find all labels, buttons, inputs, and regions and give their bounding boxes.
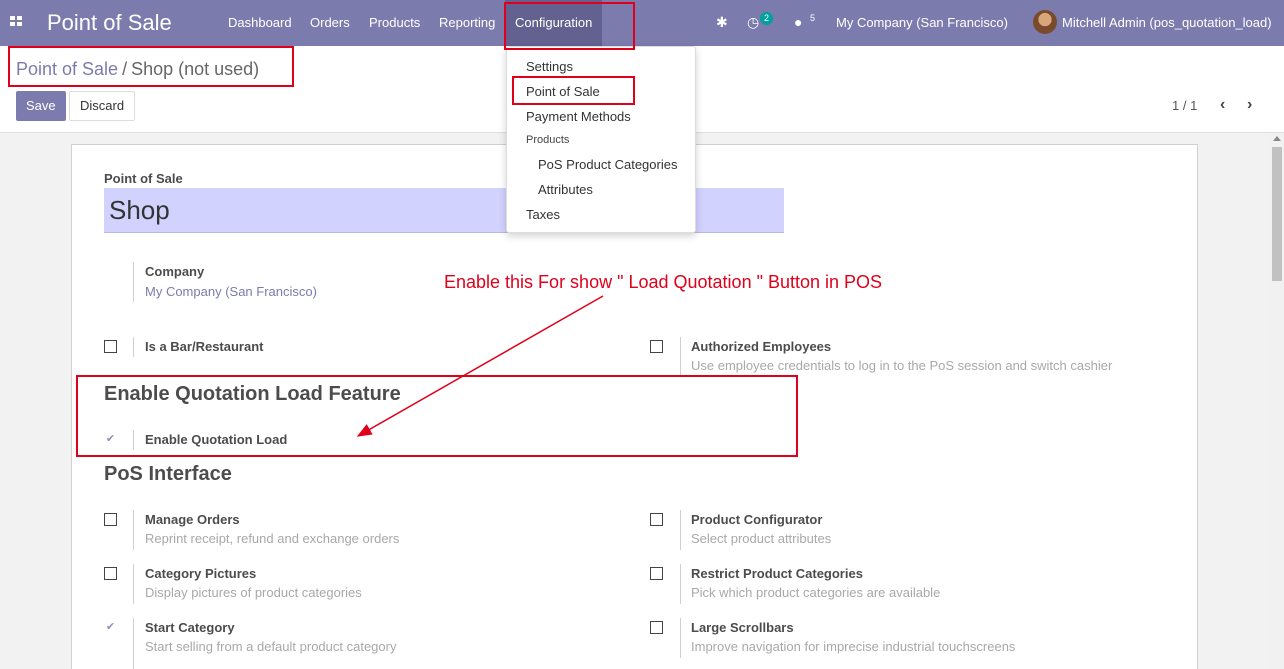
divider — [133, 262, 134, 302]
authorized-employees-label: Authorized Employees — [691, 339, 832, 354]
category-pictures-checkbox[interactable] — [104, 567, 117, 580]
bar-restaurant-checkbox[interactable] — [104, 340, 117, 353]
user-menu[interactable]: Mitchell Admin (pos_quotation_load) — [1062, 15, 1272, 30]
product-configurator-label: Product Configurator — [691, 512, 823, 527]
restrict-categories-help: Pick which product categories are availa… — [691, 585, 941, 600]
divider — [133, 510, 134, 550]
top-navbar: Point of Sale Dashboard Orders Products … — [0, 0, 1284, 46]
company-value-link[interactable]: My Company (San Francisco) — [145, 284, 317, 299]
start-category-label: Start Category — [145, 620, 235, 635]
divider — [680, 337, 681, 377]
start-category-help: Start selling from a default product cat… — [145, 639, 397, 654]
restrict-categories-checkbox[interactable] — [650, 567, 663, 580]
company-switcher[interactable]: My Company (San Francisco) — [836, 15, 1008, 30]
dropdown-item-attributes[interactable]: Attributes — [538, 182, 593, 197]
manage-orders-checkbox[interactable] — [104, 513, 117, 526]
manage-orders-label: Manage Orders — [145, 512, 240, 527]
save-button[interactable]: Save — [16, 91, 66, 121]
authorized-employees-help: Use employee credentials to log in to th… — [691, 358, 1113, 373]
menu-dashboard[interactable]: Dashboard — [228, 0, 292, 46]
dropdown-header-products: Products — [526, 134, 570, 146]
dropdown-item-pos-product-categories[interactable]: PoS Product Categories — [538, 157, 677, 172]
page-scrollbar[interactable] — [1270, 133, 1284, 669]
name-label: Point of Sale — [104, 171, 183, 186]
user-avatar[interactable] — [1033, 10, 1057, 34]
dropdown-item-payment-methods[interactable]: Payment Methods — [526, 109, 631, 124]
activity-badge: 2 — [760, 12, 774, 25]
apps-menu-icon[interactable] — [10, 16, 23, 28]
messages-chat-icon[interactable]: ● — [794, 14, 802, 30]
annotation-text: Enable this For show " Load Quotation " … — [444, 272, 883, 292]
divider — [680, 618, 681, 658]
pager-value[interactable]: 1 / 1 — [1172, 98, 1197, 113]
large-scrollbars-help: Improve navigation for imprecise industr… — [691, 639, 1016, 654]
menu-reporting[interactable]: Reporting — [439, 0, 495, 46]
menu-products[interactable]: Products — [369, 0, 420, 46]
annotation-box-point-of-sale — [512, 76, 635, 105]
bar-restaurant-label: Is a Bar/Restaurant — [145, 339, 264, 354]
restrict-categories-label: Restrict Product Categories — [691, 566, 863, 581]
discard-button[interactable]: Discard — [69, 91, 136, 121]
company-label: Company — [145, 264, 205, 279]
dropdown-item-settings[interactable]: Settings — [526, 59, 573, 74]
configuration-dropdown: Settings Point of Sale Payment Methods P… — [506, 46, 696, 233]
large-scrollbars-label: Large Scrollbars — [691, 620, 794, 635]
activity-clock-icon[interactable]: ◷ — [747, 14, 759, 31]
scrollbar-thumb[interactable] — [1272, 147, 1282, 281]
manage-orders-help: Reprint receipt, refund and exchange ord… — [145, 531, 400, 546]
product-configurator-help: Select product attributes — [691, 531, 832, 546]
category-pictures-help: Display pictures of product categories — [145, 585, 362, 600]
pos-interface-section-title: PoS Interface — [104, 463, 232, 485]
divider — [133, 564, 134, 604]
divider — [133, 618, 134, 669]
annotation-box-breadcrumb — [8, 46, 294, 87]
scroll-up-icon[interactable] — [1273, 136, 1281, 141]
pager-next-icon[interactable]: › — [1247, 96, 1252, 114]
pager-previous-icon[interactable]: ‹ — [1220, 96, 1225, 114]
annotation-box-quotation — [76, 375, 798, 457]
authorized-employees-checkbox[interactable] — [650, 340, 663, 353]
divider — [133, 337, 134, 357]
divider — [680, 564, 681, 604]
dropdown-item-taxes[interactable]: Taxes — [526, 207, 560, 222]
menu-orders[interactable]: Orders — [310, 0, 350, 46]
annotation-box-configuration — [504, 2, 635, 50]
app-title[interactable]: Point of Sale — [47, 10, 172, 36]
start-category-checkbox[interactable]: ✔ — [104, 621, 117, 634]
divider — [680, 510, 681, 550]
category-pictures-label: Category Pictures — [145, 566, 257, 581]
large-scrollbars-checkbox[interactable] — [650, 621, 663, 634]
product-configurator-checkbox[interactable] — [650, 513, 663, 526]
messages-badge: 5 — [810, 13, 816, 23]
debug-bug-icon[interactable]: ✱ — [716, 14, 728, 31]
